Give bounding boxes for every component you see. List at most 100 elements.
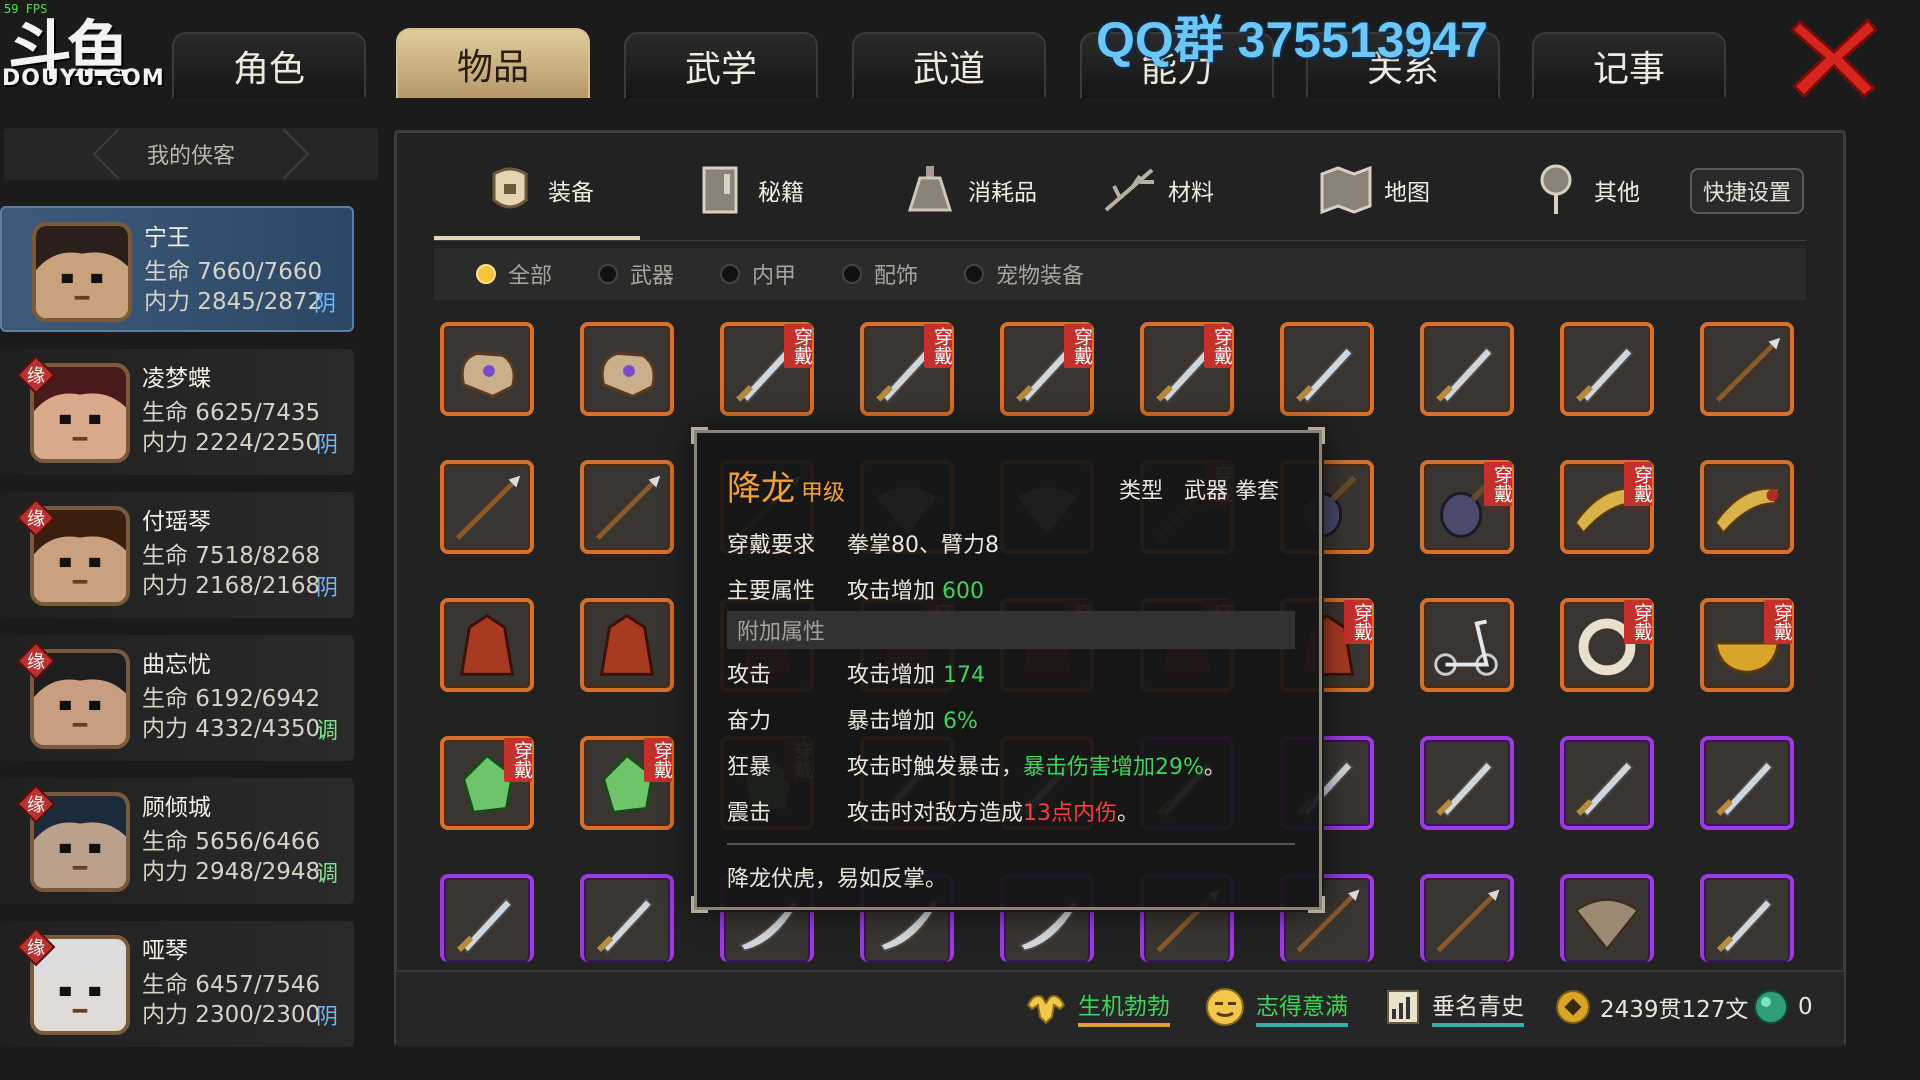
category-tab[interactable]: 消耗品 xyxy=(900,150,1037,230)
book-icon xyxy=(690,160,750,220)
character-card[interactable]: 缘 付瑶琴 生命 7518/8268 内力 2168/2168 阴 xyxy=(0,492,354,618)
character-card[interactable]: 宁王 生命 7660/7660 内力 2845/2872 阴 xyxy=(0,206,354,332)
item-slot[interactable] xyxy=(1420,322,1514,416)
top-tab-6[interactable]: 记事 xyxy=(1532,32,1726,98)
item-slot[interactable]: 穿戴 xyxy=(1000,322,1094,416)
radio-icon xyxy=(964,264,984,284)
top-tab-1[interactable]: 物品 xyxy=(396,28,590,98)
item-slot[interactable] xyxy=(1700,460,1794,554)
item-slot[interactable] xyxy=(1420,874,1514,962)
item-slot[interactable] xyxy=(440,460,534,554)
item-tooltip: 降龙 甲级 类型 武器 拳套 穿戴要求 拳掌80、臂力8 主要属性 攻击增加 600… xyxy=(691,427,1325,913)
item-slot[interactable]: 穿戴 xyxy=(720,322,814,416)
filter-option[interactable]: 配饰 xyxy=(842,248,918,300)
category-tab[interactable]: 地图 xyxy=(1316,150,1430,230)
category-tab[interactable]: 装备 xyxy=(480,150,594,230)
item-slot[interactable] xyxy=(1420,736,1514,830)
spear-icon xyxy=(1424,878,1510,962)
top-tab-2[interactable]: 武学 xyxy=(624,32,818,98)
filter-option[interactable]: 内甲 xyxy=(720,248,796,300)
item-slot[interactable] xyxy=(1560,322,1654,416)
item-slot[interactable] xyxy=(440,874,534,962)
item-slot[interactable]: 穿戴 xyxy=(1560,460,1654,554)
character-card[interactable]: 缘 哑琴 生命 6457/7546 内力 2300/2300 阴 xyxy=(0,921,354,1047)
status-vitality-label: 生机勃勃 xyxy=(1078,987,1170,1027)
item-slot[interactable]: 穿戴 xyxy=(1700,598,1794,692)
item-slot[interactable] xyxy=(580,322,674,416)
character-card[interactable]: 缘 凌梦蝶 生命 6625/7435 内力 2224/2250 阴 xyxy=(0,349,354,475)
item-slot[interactable] xyxy=(1700,736,1794,830)
money-value: 2439贯127文 xyxy=(1600,997,1749,1023)
extra-attr-text: 攻击时触发暴击， xyxy=(847,755,1024,780)
item-slot[interactable] xyxy=(440,322,534,416)
item-slot[interactable] xyxy=(1560,736,1654,830)
sword-icon xyxy=(444,878,530,962)
extra-attr-highlight: 13点内伤 xyxy=(1023,801,1118,826)
close-icon[interactable] xyxy=(1789,14,1880,99)
sword-icon xyxy=(1564,740,1650,826)
coin-icon xyxy=(1556,990,1590,1024)
worn-badge: 穿戴 xyxy=(1064,324,1093,368)
item-slot[interactable]: 穿戴 xyxy=(1140,322,1234,416)
party-header[interactable]: 我的侠客 xyxy=(4,128,378,180)
status-vitality[interactable]: 生机勃勃 xyxy=(1024,982,1170,1032)
status-fame[interactable]: 垂名青史 xyxy=(1384,982,1524,1032)
tooltip-corner xyxy=(1308,427,1325,444)
scroll-icon xyxy=(1387,990,1419,1024)
chevron-right-icon[interactable] xyxy=(258,128,310,180)
robe-icon xyxy=(584,602,670,688)
category-label: 地图 xyxy=(1384,180,1430,206)
armor-icon xyxy=(480,160,540,220)
fate-badge-label: 缘 xyxy=(27,652,45,673)
filter-option[interactable]: 全部 xyxy=(476,248,552,300)
item-grade: 甲级 xyxy=(801,481,846,506)
item-slot[interactable]: 穿戴 xyxy=(860,322,954,416)
item-slot[interactable] xyxy=(1420,598,1514,692)
item-slot[interactable] xyxy=(580,874,674,962)
character-alignment: 调 xyxy=(315,862,338,887)
tooltip-divider xyxy=(727,843,1295,845)
quick-settings-button[interactable]: 快捷设置 xyxy=(1690,168,1804,214)
character-alignment: 阴 xyxy=(315,433,338,458)
category-label: 其他 xyxy=(1594,180,1640,206)
sword-icon xyxy=(1564,326,1650,412)
jade-icon xyxy=(1754,990,1788,1024)
item-slot[interactable] xyxy=(1560,874,1654,962)
item-slot[interactable] xyxy=(580,598,674,692)
filter-option[interactable]: 宠物装备 xyxy=(964,248,1084,300)
top-tab-0[interactable]: 角色 xyxy=(172,32,366,98)
character-hp: 生命 6192/6942 xyxy=(142,686,321,712)
top-tab-3[interactable]: 武道 xyxy=(852,32,1046,98)
character-card[interactable]: 缘 顾倾城 生命 5656/6466 内力 2948/2948 调 xyxy=(0,778,354,904)
extra-attr-row: 攻击 攻击增加 174 xyxy=(727,657,985,689)
extra-attr-row: 震击 攻击时对敌方造成13点内伤。 xyxy=(727,795,1139,827)
character-mp: 内力 2168/2168 xyxy=(142,573,321,599)
item-slot[interactable]: 穿戴 xyxy=(440,736,534,830)
filter-label: 内甲 xyxy=(752,264,797,289)
filter-label: 配饰 xyxy=(874,264,919,289)
item-slot[interactable] xyxy=(440,598,534,692)
character-name: 顾倾城 xyxy=(142,795,211,821)
status-mood[interactable]: 志得意满 xyxy=(1204,982,1348,1032)
spear-icon xyxy=(584,464,670,550)
category-tab[interactable]: 其他 xyxy=(1526,150,1640,230)
item-slot[interactable] xyxy=(580,460,674,554)
category-tab[interactable]: 秘籍 xyxy=(690,150,804,230)
item-slot[interactable]: 穿戴 xyxy=(1560,598,1654,692)
item-slot[interactable] xyxy=(1280,322,1374,416)
character-name: 宁王 xyxy=(144,225,190,251)
item-slot[interactable]: 穿戴 xyxy=(580,736,674,830)
character-mp: 内力 2845/2872 xyxy=(144,289,323,315)
item-slot[interactable]: 穿戴 xyxy=(1420,460,1514,554)
fate-badge-label: 缘 xyxy=(27,509,45,530)
filter-option[interactable]: 武器 xyxy=(598,248,674,300)
category-tab[interactable]: 材料 xyxy=(1100,150,1214,230)
character-name: 付瑶琴 xyxy=(142,509,211,535)
tooltip-corner xyxy=(691,427,708,444)
muscle-icon xyxy=(1026,995,1066,1025)
character-card[interactable]: 缘 曲忘忧 生命 6192/6942 内力 4332/4350 调 xyxy=(0,635,354,761)
item-slot[interactable] xyxy=(1700,874,1794,962)
chevron-left-icon[interactable] xyxy=(92,128,144,180)
item-slot[interactable] xyxy=(1700,322,1794,416)
item-type: 类型 武器 拳套 xyxy=(1119,473,1279,505)
